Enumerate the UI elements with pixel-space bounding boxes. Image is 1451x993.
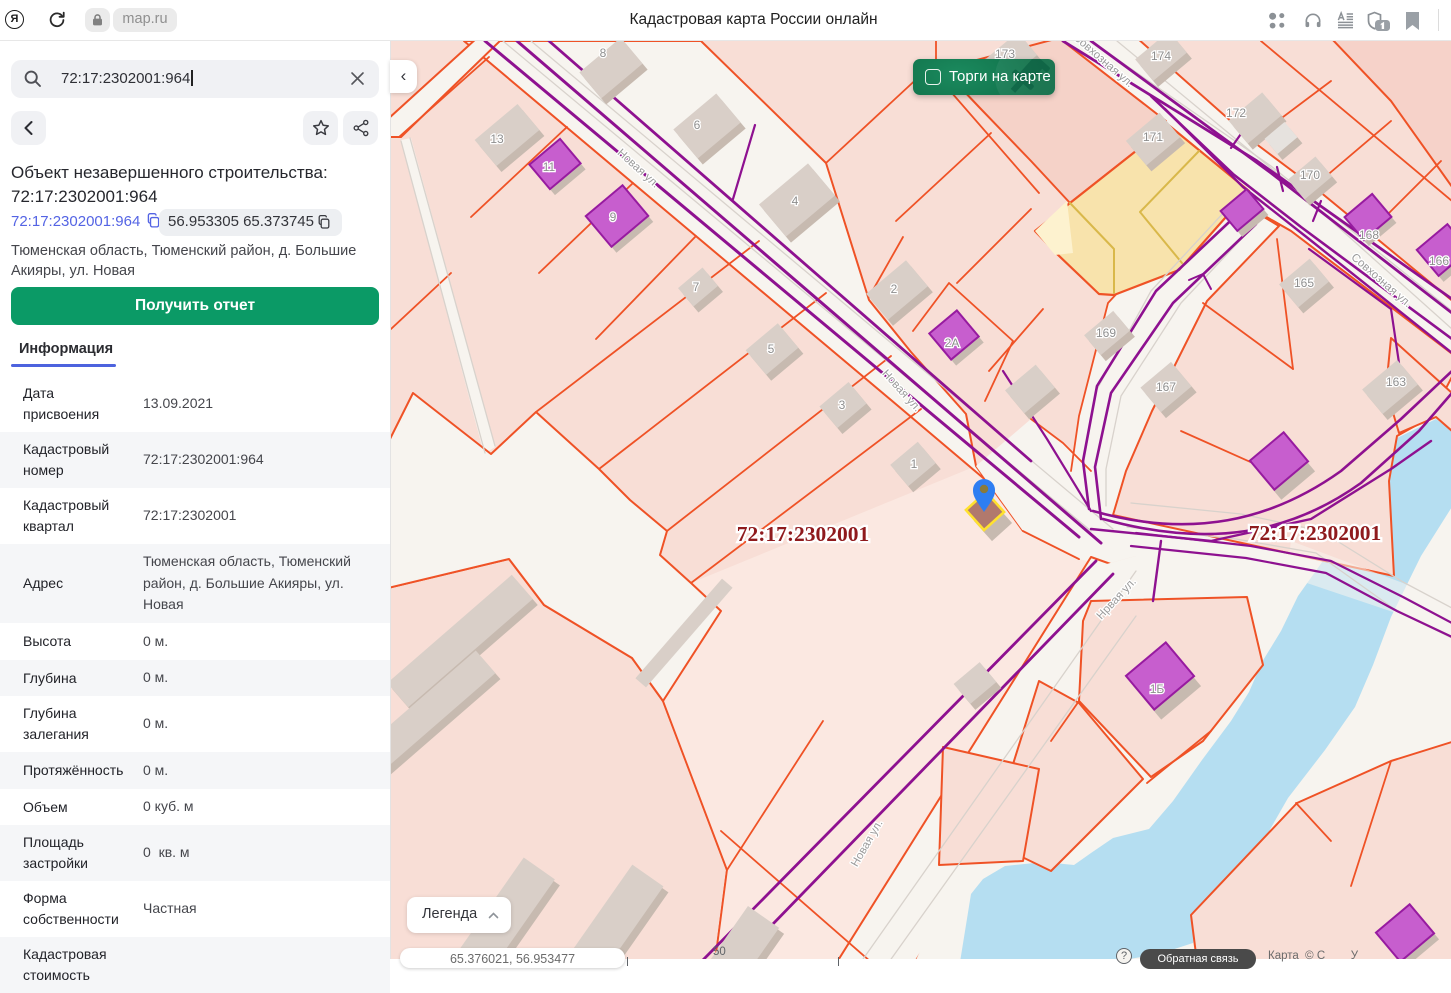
svg-text:168: 168 — [1359, 228, 1379, 242]
svg-text:72:17:2302001: 72:17:2302001 — [1249, 521, 1382, 545]
svg-text:174: 174 — [1151, 49, 1171, 63]
svg-text:172: 172 — [1226, 106, 1246, 120]
svg-text:4: 4 — [792, 194, 799, 208]
svg-text:7: 7 — [693, 280, 700, 294]
svg-text:169: 169 — [1096, 326, 1116, 340]
svg-text:2: 2 — [891, 282, 898, 296]
svg-text:11: 11 — [543, 160, 556, 174]
svg-text:163: 163 — [1386, 375, 1406, 389]
svg-text:166: 166 — [1429, 254, 1449, 268]
svg-text:167: 167 — [1156, 380, 1176, 394]
svg-text:1Б: 1Б — [1150, 682, 1165, 696]
svg-text:13: 13 — [490, 132, 504, 146]
svg-text:72:17:2302001: 72:17:2302001 — [737, 522, 870, 546]
svg-text:9: 9 — [610, 210, 617, 224]
svg-text:2А: 2А — [945, 336, 960, 350]
svg-text:165: 165 — [1294, 276, 1314, 290]
svg-text:3: 3 — [839, 398, 846, 412]
svg-text:8: 8 — [600, 46, 607, 60]
svg-text:6: 6 — [694, 118, 701, 132]
svg-text:171: 171 — [1143, 130, 1163, 144]
svg-text:1: 1 — [911, 457, 918, 471]
svg-text:170: 170 — [1300, 168, 1320, 182]
svg-text:5: 5 — [768, 342, 775, 356]
